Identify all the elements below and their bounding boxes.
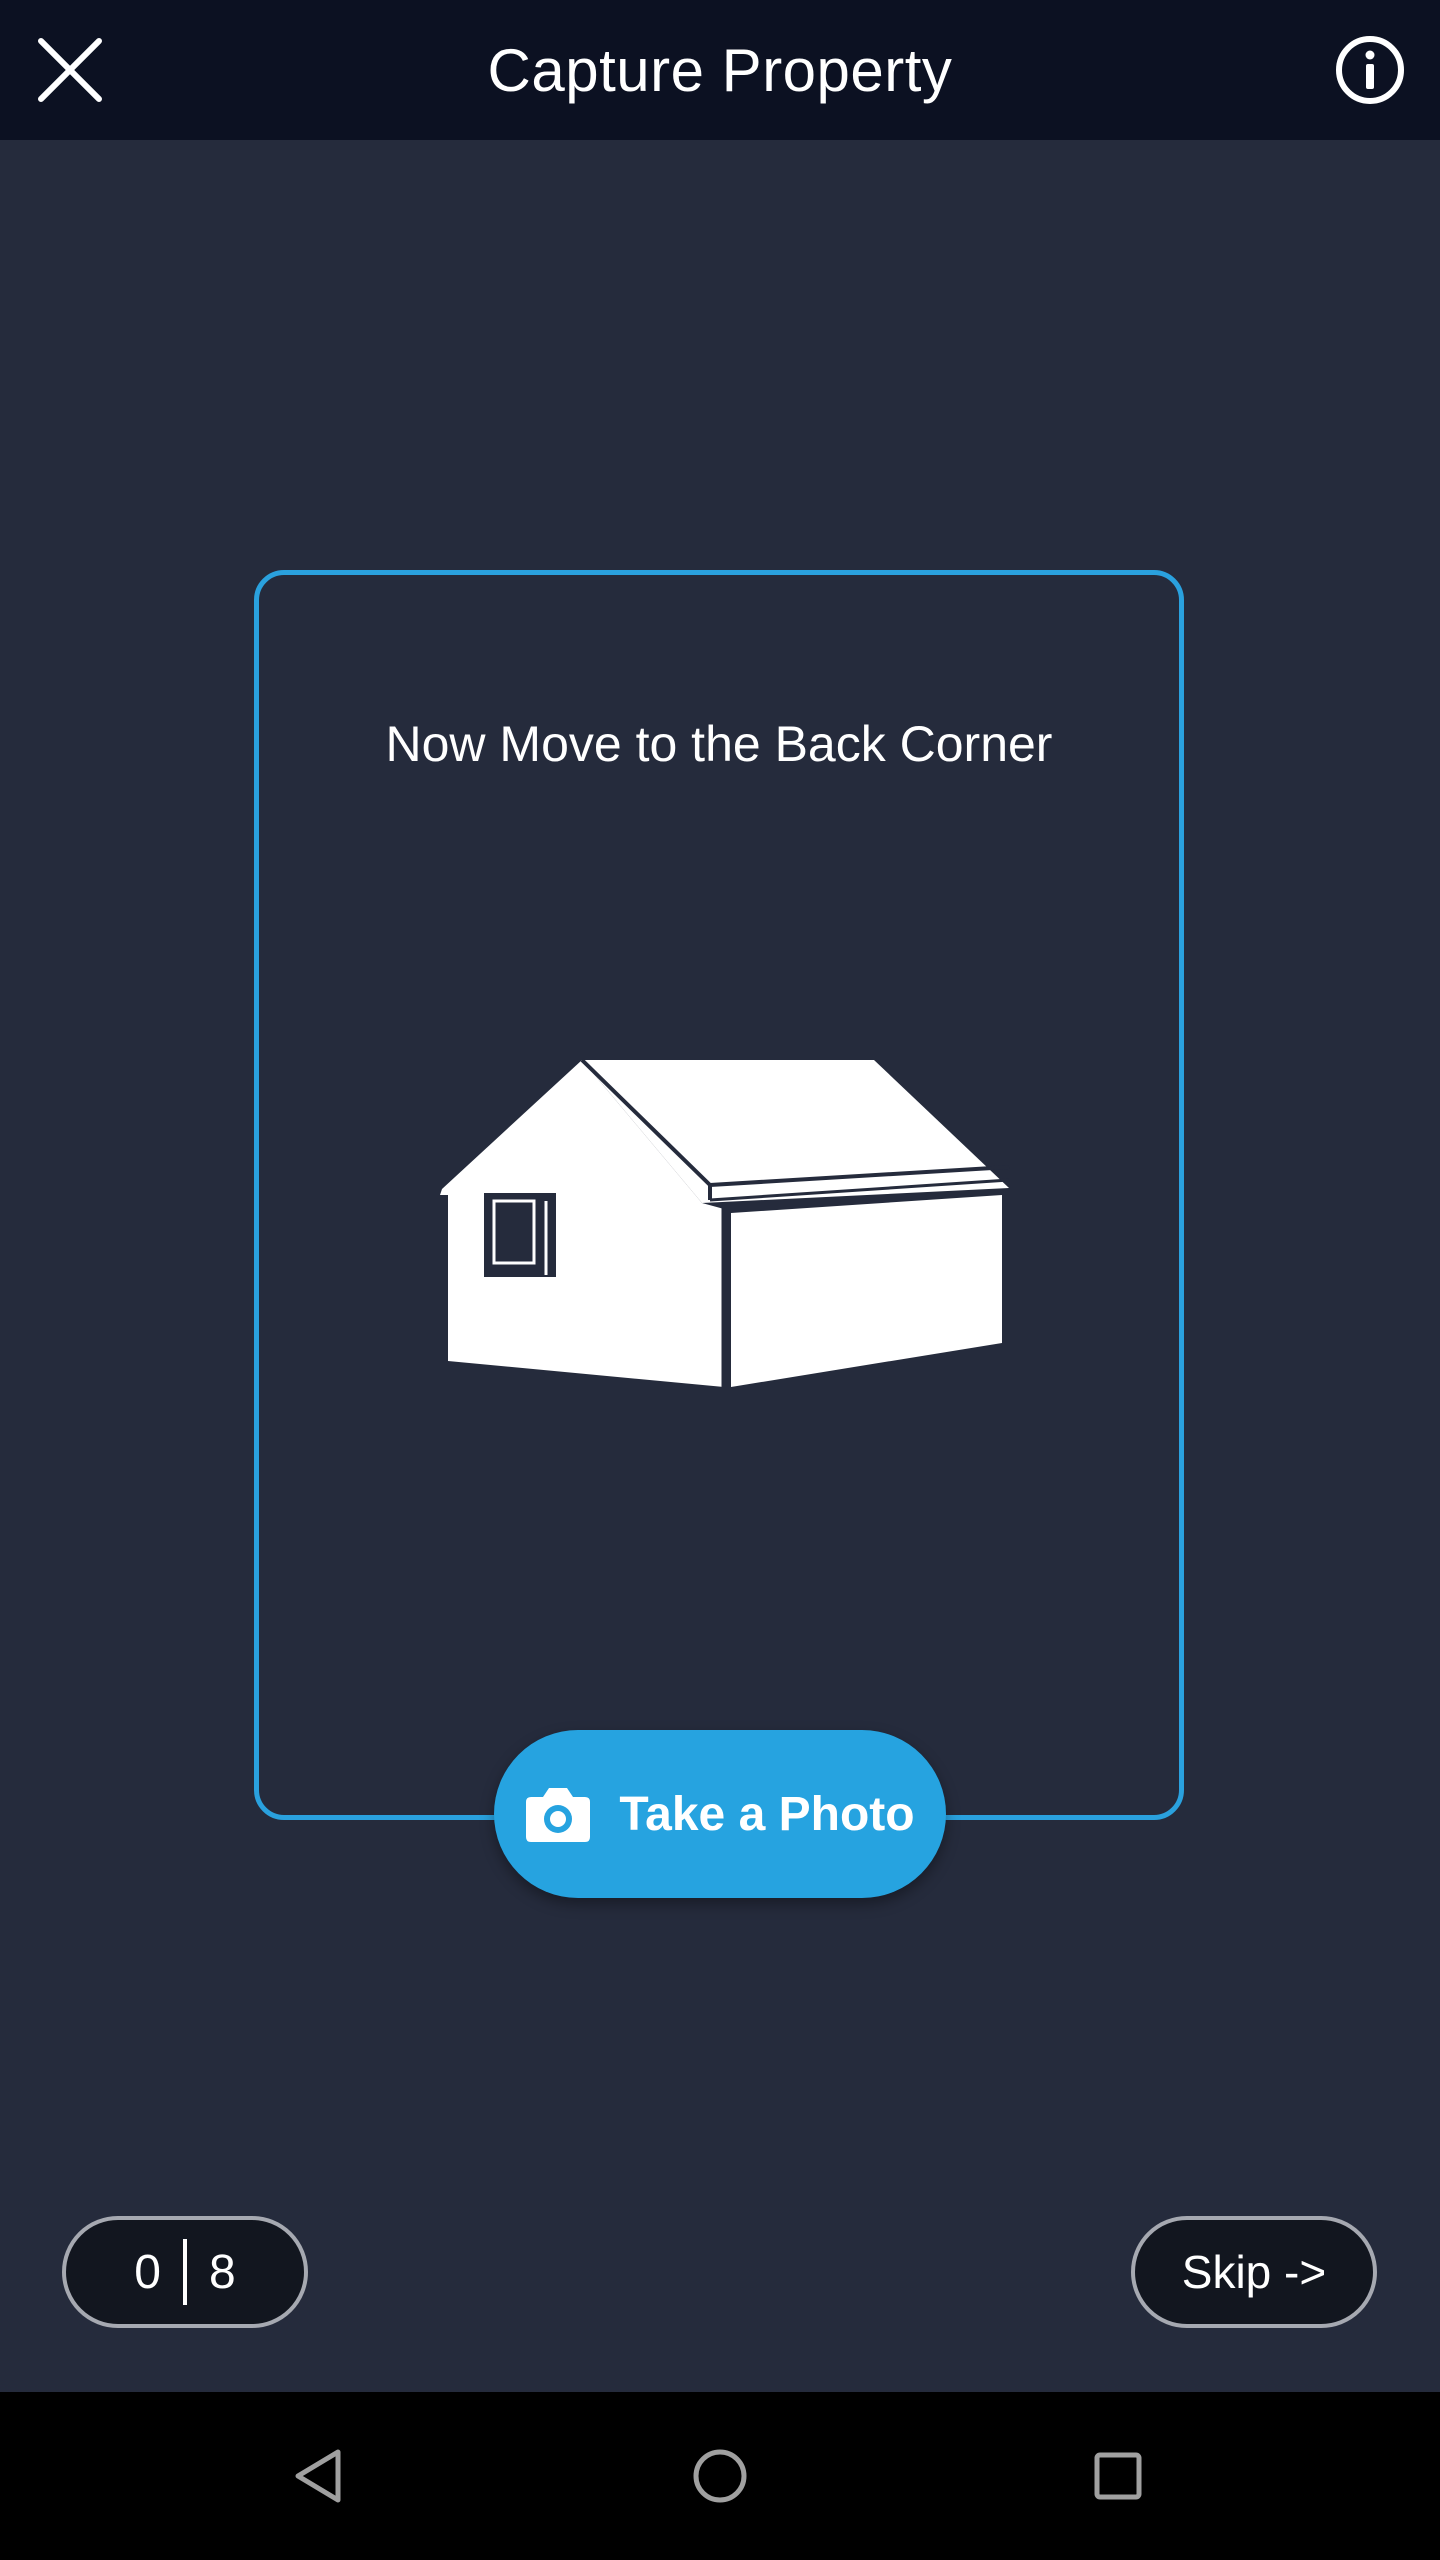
close-icon [38,38,102,102]
nav-home-button[interactable] [680,2436,760,2516]
close-button[interactable] [30,30,110,110]
take-photo-button[interactable]: Take a Photo [494,1730,946,1898]
photo-counter: 0 8 [62,2216,308,2328]
capture-property-screen: Capture Property Now Move to the Back Co… [0,0,1440,2560]
recent-square-icon [1094,2452,1142,2500]
camera-icon [526,1788,591,1842]
skip-button[interactable]: Skip -> [1131,2216,1377,2328]
counter-divider [183,2239,187,2305]
nav-recent-button[interactable] [1078,2436,1158,2516]
counter-total: 8 [209,2245,236,2299]
take-photo-label: Take a Photo [619,1787,915,1841]
capture-frame: Now Move to the Back Corner [254,570,1184,1820]
instruction-text: Now Move to the Back Corner [385,716,1053,772]
back-triangle-icon [295,2449,341,2503]
nav-back-button[interactable] [280,2436,360,2516]
info-icon [1336,36,1404,104]
page-title: Capture Property [487,36,953,104]
app-bar: Capture Property [0,0,1440,140]
system-nav-bar [0,2392,1440,2560]
house-icon [440,1058,1010,1389]
home-circle-icon [693,2449,747,2503]
counter-current: 0 [134,2245,161,2299]
info-button[interactable] [1330,30,1410,110]
